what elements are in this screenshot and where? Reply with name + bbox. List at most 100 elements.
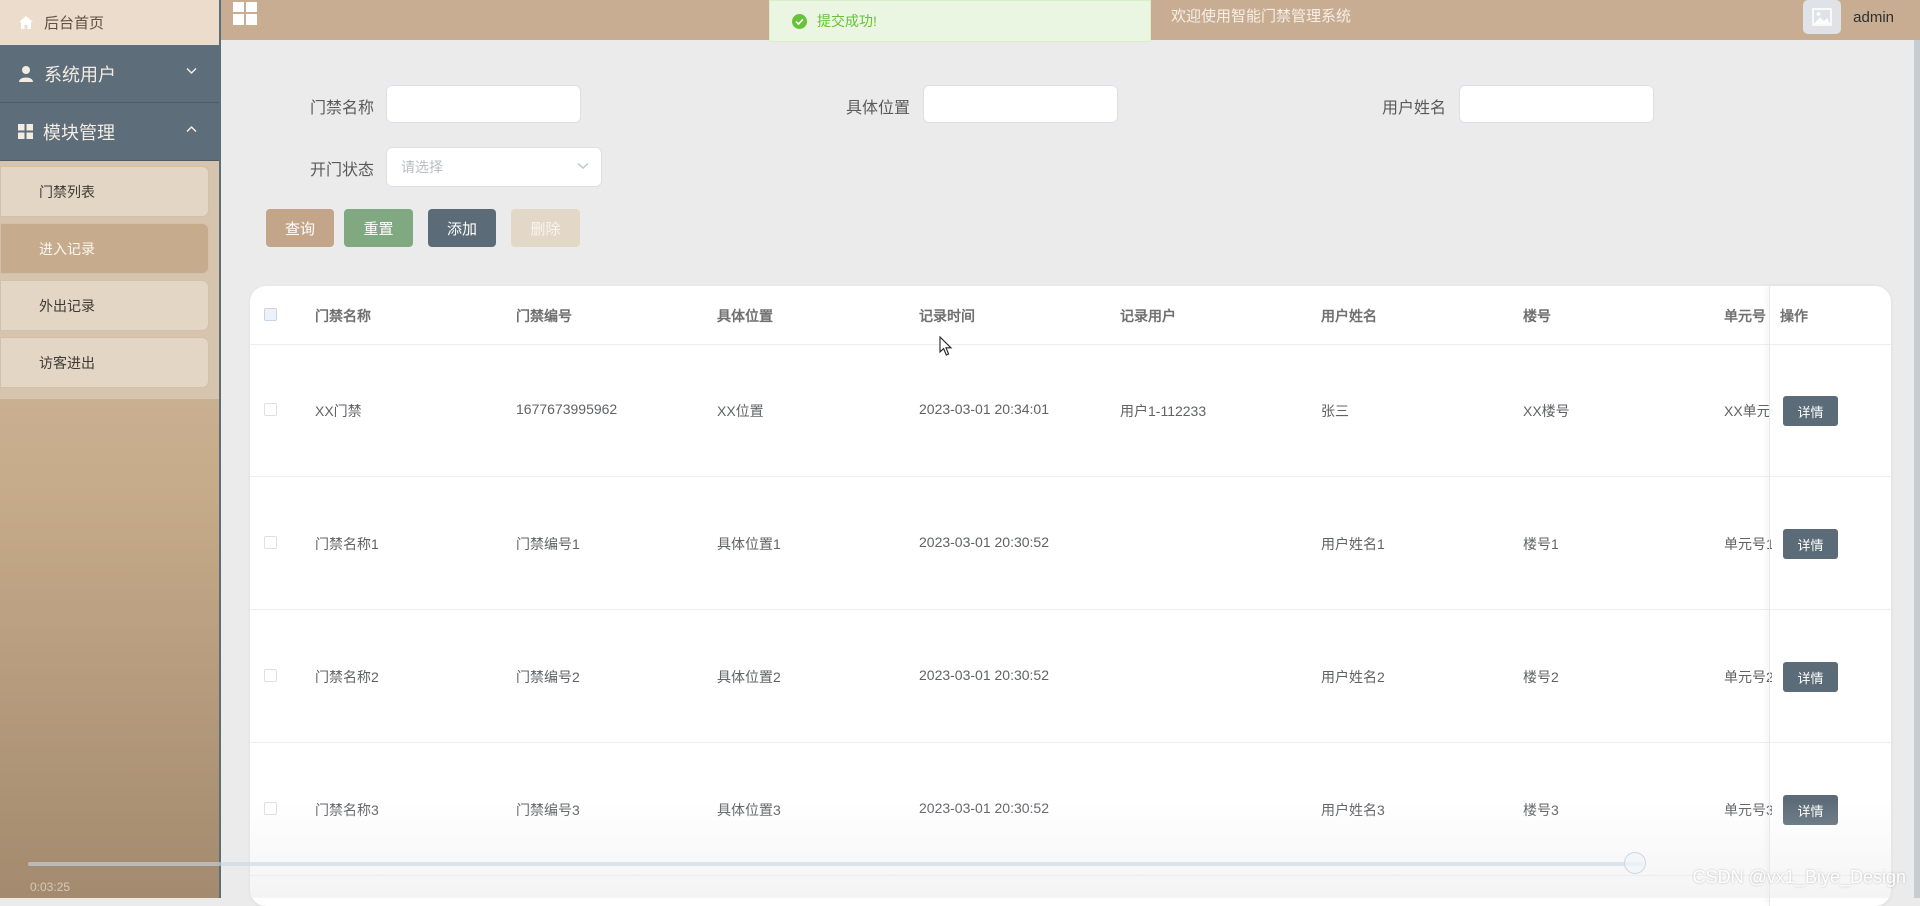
- table-row[interactable]: 门禁名称3 门禁编号3 具体位置3 2023-03-01 20:30:52 用户…: [250, 743, 1891, 876]
- door-name-input[interactable]: [386, 85, 581, 123]
- sidebar-item-label: 门禁列表: [39, 183, 95, 200]
- sidebar-group-label: 系统用户: [44, 64, 116, 85]
- user-name-label: 用户姓名: [1382, 100, 1447, 117]
- table-row[interactable]: 门禁名称2 门禁编号2 具体位置2 2023-03-01 20:30:52 用户…: [250, 610, 1891, 743]
- cell-door-no: 门禁编号2: [516, 669, 580, 685]
- cell-building: 楼号2: [1523, 669, 1559, 685]
- door-name-label: 门禁名称: [310, 100, 375, 117]
- cell-location: 具体位置2: [717, 669, 781, 685]
- cell-building: 楼号3: [1523, 802, 1559, 818]
- chevron-down-icon: [186, 67, 197, 75]
- image-placeholder-icon: [1812, 8, 1832, 26]
- row-checkbox[interactable]: [264, 802, 277, 815]
- column-header[interactable]: 单元号: [1724, 306, 1766, 326]
- sidebar: 后台首页 系统用户 模块管理 门禁列表 进入记录 外出记录 访客进出: [0, 0, 221, 898]
- column-header[interactable]: 用户姓名: [1321, 306, 1377, 326]
- sidebar-group-label: 模块管理: [43, 122, 115, 143]
- cell-user-name: 用户姓名3: [1321, 802, 1385, 818]
- location-input[interactable]: [923, 85, 1118, 123]
- cell-unit: XX单元: [1724, 403, 1771, 419]
- cell-user-name: 张三: [1321, 403, 1349, 419]
- detail-button[interactable]: 详情: [1783, 396, 1838, 426]
- open-status-label: 开门状态: [310, 162, 375, 179]
- sidebar-item-visitor-access[interactable]: 访客进出: [0, 337, 209, 388]
- cell-building: XX楼号: [1523, 403, 1570, 419]
- sidebar-item-door-list[interactable]: 门禁列表: [0, 166, 209, 217]
- sidebar-item-label: 外出记录: [39, 297, 95, 314]
- column-header[interactable]: 门禁编号: [516, 306, 572, 326]
- detail-button[interactable]: 详情: [1783, 662, 1838, 692]
- reset-button[interactable]: 重置: [344, 209, 413, 247]
- sidebar-item-home[interactable]: 后台首页: [0, 0, 219, 45]
- home-icon: [19, 16, 33, 29]
- cell-door-no: 门禁编号1: [516, 536, 580, 552]
- cell-door-name: 门禁名称3: [315, 802, 379, 818]
- table-header: 门禁名称 门禁编号 具体位置 记录时间 记录用户 用户姓名 楼号 单元号 操作: [250, 286, 1891, 345]
- cell-door-no: 1677673995962: [516, 401, 618, 417]
- page-scrollbar[interactable]: [1914, 40, 1920, 898]
- video-progress-handle[interactable]: [1624, 852, 1646, 874]
- column-header[interactable]: 门禁名称: [315, 306, 371, 326]
- query-button[interactable]: 查询: [266, 209, 334, 247]
- cell-time: 2023-03-01 20:30:52: [919, 800, 1049, 816]
- chevron-down-icon: [577, 162, 589, 169]
- sidebar-item-label: 进入记录: [39, 240, 95, 257]
- cell-time: 2023-03-01 20:34:01: [919, 401, 1049, 417]
- cell-door-name: 门禁名称2: [315, 669, 379, 685]
- delete-button[interactable]: 删除: [511, 209, 580, 247]
- detail-button[interactable]: 详情: [1783, 795, 1838, 825]
- watermark: CSDN @vx1_Biye_Design: [1692, 867, 1906, 887]
- menu-grid-icon[interactable]: [233, 2, 257, 30]
- cell-door-name: 门禁名称1: [315, 536, 379, 552]
- add-button[interactable]: 添加: [428, 209, 496, 247]
- video-progress-bar[interactable]: [28, 862, 1643, 866]
- sidebar-item-label: 后台首页: [44, 15, 105, 32]
- mouse-cursor-icon: [939, 336, 953, 356]
- open-status-select[interactable]: 请选择: [386, 147, 602, 187]
- location-label: 具体位置: [846, 100, 911, 117]
- check-circle-icon: [792, 13, 807, 29]
- user-menu[interactable]: admin: [1803, 0, 1894, 34]
- cell-location: 具体位置3: [717, 802, 781, 818]
- sidebar-group-system-users[interactable]: 系统用户: [0, 45, 219, 103]
- success-toast: 提交成功!: [769, 0, 1151, 42]
- sidebar-submenu: 门禁列表 进入记录 外出记录 访客进出: [0, 161, 219, 399]
- detail-button[interactable]: 详情: [1783, 529, 1838, 559]
- username: admin: [1853, 8, 1894, 26]
- cell-user-name: 用户姓名2: [1321, 669, 1385, 685]
- sidebar-item-entry-records[interactable]: 进入记录: [0, 223, 209, 274]
- cell-unit: 单元号3: [1724, 802, 1772, 818]
- cell-time: 2023-03-01 20:30:52: [919, 667, 1049, 683]
- system-title: 欢迎使用智能门禁管理系统: [1171, 8, 1352, 25]
- cell-location: XX位置: [717, 403, 764, 419]
- user-icon: [19, 66, 33, 82]
- column-header[interactable]: 记录用户: [1120, 306, 1176, 326]
- records-table: 门禁名称 门禁编号 具体位置 记录时间 记录用户 用户姓名 楼号 单元号 操作 …: [250, 286, 1891, 906]
- table-row[interactable]: 门禁名称1 门禁编号1 具体位置1 2023-03-01 20:30:52 用户…: [250, 477, 1891, 610]
- grid-icon: [18, 124, 33, 139]
- column-header[interactable]: 具体位置: [717, 306, 773, 326]
- cell-unit: 单元号1: [1724, 536, 1772, 552]
- cell-record-user: 用户1-112233: [1120, 403, 1207, 419]
- cell-location: 具体位置1: [717, 536, 781, 552]
- sidebar-group-module-management[interactable]: 模块管理: [0, 103, 219, 161]
- sidebar-item-exit-records[interactable]: 外出记录: [0, 280, 209, 331]
- row-checkbox[interactable]: [264, 403, 277, 416]
- cell-door-no: 门禁编号3: [516, 802, 580, 818]
- avatar[interactable]: [1803, 0, 1842, 34]
- row-checkbox[interactable]: [264, 536, 277, 549]
- user-name-input[interactable]: [1459, 85, 1654, 123]
- column-header[interactable]: 记录时间: [919, 306, 975, 326]
- cell-door-name: XX门禁: [315, 403, 362, 419]
- table-row[interactable]: XX门禁 1677673995962 XX位置 2023-03-01 20:34…: [250, 344, 1891, 477]
- toast-message: 提交成功!: [817, 13, 877, 29]
- cell-unit: 单元号2: [1724, 669, 1772, 685]
- row-checkbox[interactable]: [264, 669, 277, 682]
- select-placeholder: 请选择: [401, 159, 443, 175]
- select-all-checkbox[interactable]: [264, 308, 277, 321]
- cell-building: 楼号1: [1523, 536, 1559, 552]
- column-header[interactable]: 楼号: [1523, 306, 1551, 326]
- cell-user-name: 用户姓名1: [1321, 536, 1385, 552]
- cell-time: 2023-03-01 20:30:52: [919, 534, 1049, 550]
- chevron-up-icon: [186, 125, 197, 133]
